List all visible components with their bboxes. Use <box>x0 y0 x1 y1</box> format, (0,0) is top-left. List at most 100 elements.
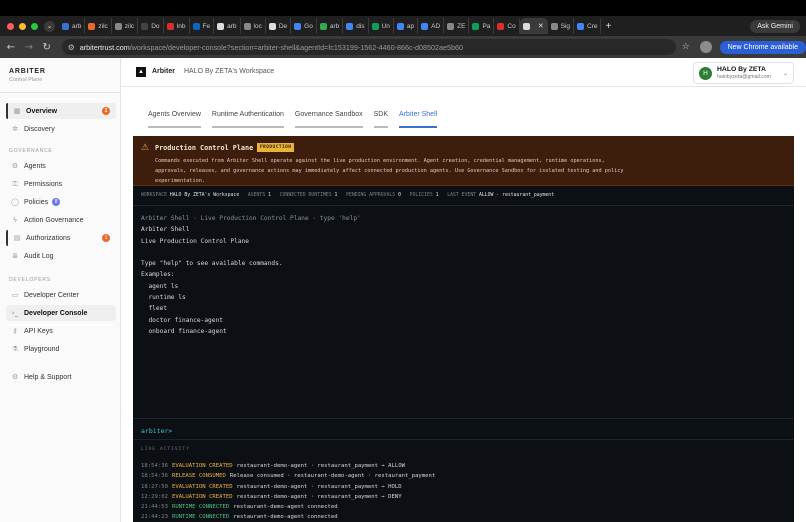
browser-tab-label: De <box>278 22 288 30</box>
bolt-icon: ϟ <box>12 216 18 224</box>
tab-search-chevron-icon[interactable]: ⌄ <box>44 20 55 32</box>
browser-tab-label: arb <box>72 22 82 30</box>
url-host: arbitertrust.com <box>79 42 130 52</box>
url-input[interactable]: ⚙ arbitertrust.com/workspace/developer-c… <box>61 39 676 55</box>
new-tab-plus-icon[interactable]: + <box>605 21 611 32</box>
browser-tab[interactable]: De <box>266 18 292 34</box>
sidebar-item-policies[interactable]: ◯ Policies 8 <box>6 194 116 210</box>
sidebar-item-label: Agents <box>24 162 46 170</box>
terminal-banner: Arbiter Shell · Live Production Control … <box>141 215 361 222</box>
sidebar-section-governance: GOVERNANCE <box>9 148 53 154</box>
browser-tab[interactable]: arb <box>214 18 241 34</box>
reload-icon[interactable]: ↻ <box>40 42 54 53</box>
maximize-window-button[interactable] <box>31 22 38 30</box>
sidebar-item-action-governance[interactable]: ϟ Action Governance <box>6 212 116 228</box>
tab-sdk[interactable]: SDK <box>373 111 389 128</box>
close-window-button[interactable] <box>7 22 14 30</box>
browser-tab[interactable]: zilc <box>112 18 139 34</box>
system-top-strip <box>0 0 806 16</box>
sidebar-item-help-support[interactable]: ⚙ Help & Support <box>6 369 116 385</box>
activity-row: 18:27:50 EVALUATION CREATED restaurant-dem… <box>141 482 435 492</box>
favicon-icon <box>577 22 584 30</box>
sidebar-item-label: Authorizations <box>26 234 71 242</box>
favicon-icon <box>62 22 69 30</box>
sidebar-item-api-keys[interactable]: ⚷ API Keys <box>6 323 116 339</box>
sidebar-item-audit-log[interactable]: ≣ Audit Log <box>6 248 116 264</box>
shield-icon: ◯ <box>11 198 19 206</box>
favicon-icon <box>141 22 149 30</box>
browser-tab[interactable]: Go <box>291 18 317 34</box>
status-approvals: 0 <box>398 193 401 198</box>
tab-arbiter-shell[interactable]: Arbiter Shell <box>399 111 438 128</box>
browser-address-bar: ← → ↻ ⚙ arbitertrust.com/workspace/devel… <box>0 36 806 58</box>
browser-tab[interactable]: Pa <box>469 18 495 34</box>
user-menu-button[interactable]: H HALO By ZETA halobyzeta@gmail.com ⌄ <box>693 62 794 84</box>
browser-tab[interactable]: Un <box>369 18 394 34</box>
grid-icon: ▦ <box>13 107 21 115</box>
browser-tab[interactable]: Sig <box>548 18 574 34</box>
shell-prompt-input[interactable]: arbiter> <box>141 427 172 435</box>
activity-row: 21:44:53 RUNTIME CONNECTED restaurant-demo… <box>141 502 435 512</box>
activity-kind: EVALUATION CREATED <box>171 463 233 469</box>
sidebar-item-agents[interactable]: ⚙ Agents <box>6 158 116 174</box>
status-workspace: HALO By ZETA's Workspace <box>169 193 240 198</box>
browser-tab-label: arb <box>227 22 237 30</box>
browser-tab[interactable]: dis <box>343 18 369 34</box>
browser-tab[interactable]: loc <box>241 18 266 34</box>
browser-tab[interactable]: zilc <box>85 18 112 34</box>
browser-tab-label: Pa <box>482 22 491 30</box>
activity-time: 21:44:23 <box>141 514 168 521</box>
activity-text: restaurant-demo-agent · restaurant_payme… <box>236 483 402 490</box>
clipboard-icon: ▤ <box>13 234 21 242</box>
sidebar-item-label: Policies <box>24 198 49 206</box>
tab-governance-sandbox[interactable]: Governance Sandbox <box>294 111 363 128</box>
favicon-icon <box>217 22 225 30</box>
sidebar-item-developer-center[interactable]: ▭ Developer Center <box>6 287 116 303</box>
browser-tab[interactable]: arb <box>59 18 86 34</box>
browser-tab[interactable]: ZE <box>444 18 470 34</box>
activity-text: restaurant-demo-agent connected <box>233 514 338 521</box>
sidebar-item-discovery[interactable]: ✲ Discovery <box>6 121 116 137</box>
browser-tab[interactable]: Inb <box>164 18 190 34</box>
activity-text: restaurant-demo-agent · restaurant_payme… <box>236 463 405 469</box>
activity-time: 21:44:53 <box>141 504 168 511</box>
browser-tab[interactable]: AD <box>418 18 445 34</box>
sidebar-item-overview[interactable]: ▦ Overview 1 <box>6 103 116 119</box>
close-tab-icon[interactable]: ✕ <box>538 22 544 30</box>
sidebar-item-label: Audit Log <box>24 252 54 260</box>
browser-tab[interactable]: Cre <box>574 18 602 34</box>
minimize-window-button[interactable] <box>19 22 26 30</box>
production-warning-banner: ⚠ Production Control Plane PRODUCTION Co… <box>133 136 794 186</box>
bot-icon: ⚙ <box>11 162 19 170</box>
terminal-line: agent ls <box>141 282 179 290</box>
favicon-icon <box>550 22 558 30</box>
sidebar-item-developer-console[interactable]: ›_ Developer Console <box>6 305 116 321</box>
sidebar-item-playground[interactable]: ⚗ Playground <box>6 341 116 357</box>
production-badge: PRODUCTION <box>257 143 295 152</box>
site-settings-icon[interactable]: ⚙ <box>68 43 75 52</box>
browser-tab[interactable]: Co <box>494 18 520 34</box>
sidebar-item-authorizations[interactable]: ▤ Authorizations 1 <box>6 230 116 246</box>
browser-tab[interactable]: arb <box>317 18 344 34</box>
brand: ARBITER Control Plane <box>9 68 46 83</box>
browser-tab[interactable]: ✕ <box>519 18 548 34</box>
browser-tab[interactable]: ap <box>394 18 419 34</box>
terminal-line: doctor finance-agent <box>141 316 223 324</box>
sidebar-item-permissions[interactable]: ⚿ Permissions <box>6 176 116 192</box>
back-arrow-icon[interactable]: ← <box>4 42 18 53</box>
sidebar-item-label: Playground <box>24 345 60 353</box>
tab-agents-overview[interactable]: Agents Overview <box>148 111 201 128</box>
new-chrome-available-button[interactable]: New Chrome available <box>719 40 806 54</box>
main-header: ▲ Arbiter HALO By ZETA's Workspace H HAL… <box>121 58 806 87</box>
profile-avatar-icon[interactable] <box>699 41 712 53</box>
terminal-line: fleet <box>141 305 168 313</box>
browser-tab[interactable]: Do <box>138 18 164 34</box>
browser-tab[interactable]: Fe <box>190 18 215 34</box>
browser-tab-label: dis <box>356 22 365 30</box>
status-label: LAST EVENT <box>447 193 477 198</box>
activity-time: 18:27:50 <box>141 483 168 490</box>
forward-arrow-icon[interactable]: → <box>22 42 36 53</box>
tab-runtime-authentication[interactable]: Runtime Authentication <box>211 111 284 128</box>
bookmark-star-icon[interactable]: ☆ <box>682 42 690 52</box>
ask-gemini-button[interactable]: Ask Gemini <box>750 19 800 33</box>
